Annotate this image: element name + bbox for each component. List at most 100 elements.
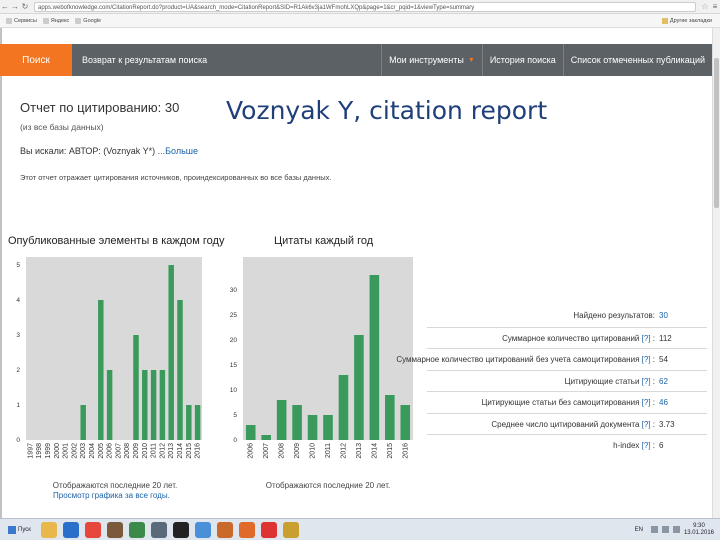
x-tick-label: 2005 (98, 443, 105, 459)
x-tick-label: 2009 (133, 443, 140, 459)
excel-icon[interactable] (128, 521, 145, 538)
clock-time: 9:30 (693, 522, 705, 529)
dropdown-caret-icon: ▼ (467, 56, 475, 64)
google-icon (75, 17, 82, 24)
stat-value: 54 (659, 355, 668, 364)
y-tick-label: 25 (230, 312, 238, 319)
stat-row: Цитирующие статьи без самоцитирования [?… (427, 391, 707, 413)
stat-label-text: Суммарное количество цитирований без уче… (396, 355, 640, 364)
help-link[interactable]: [?] (642, 334, 651, 343)
page-scrollbar[interactable] (712, 28, 720, 518)
x-tick-label: 2013 (356, 443, 363, 459)
app-icon[interactable] (106, 521, 123, 538)
back-arrow-icon[interactable]: ← (0, 2, 10, 11)
help-link[interactable]: [?] (642, 355, 651, 364)
network-icon[interactable] (650, 526, 658, 533)
x-tick-label: 2000 (54, 443, 61, 459)
page: ← → ↻ apps.webofknowledge.com/CitationRe… (0, 0, 720, 540)
x-tick-label: 2007 (263, 443, 270, 459)
published-items-chart-title: Опубликованные элементы в каждом году (8, 235, 225, 247)
y-tick-label: 10 (230, 387, 238, 394)
x-tick-label: 2002 (71, 443, 78, 459)
bookmark-yandex[interactable]: Яндекс (42, 17, 69, 24)
search-query-text: Вы искали: АВТОР: (Voznyak Y*) (20, 146, 156, 156)
reload-icon[interactable]: ↻ (20, 2, 30, 11)
y-tick-label: 5 (233, 412, 237, 419)
flag-icon[interactable] (672, 526, 680, 533)
system-tray: EN 9:30 13.01.2016 (635, 523, 714, 537)
stat-label: Цитирующие статьи [?] : (564, 376, 655, 386)
y-tick-label: 2 (16, 367, 20, 374)
y-tick-label: 0 (233, 437, 237, 444)
folder-icon[interactable] (282, 521, 299, 538)
stat-label: Среднее число цитирований документа [?] … (491, 419, 655, 429)
stat-label-text: h-index (613, 441, 640, 450)
bookmark-star-icon[interactable]: ☆ (700, 2, 710, 11)
clock[interactable]: 9:30 13.01.2016 (684, 523, 714, 537)
explorer-icon[interactable] (40, 521, 57, 538)
pdf-icon[interactable] (260, 521, 277, 538)
stat-value[interactable]: 46 (659, 398, 668, 407)
stat-value: 3.73 (659, 419, 675, 429)
windows-taskbar: Пуск EN 9:30 13.01.2016 (0, 518, 720, 540)
search-history-link[interactable]: История поиска (481, 44, 563, 76)
x-tick-label: 2011 (325, 443, 332, 458)
x-tick-label: 1997 (27, 443, 34, 459)
x-tick-label: 2015 (387, 443, 394, 459)
forward-arrow-icon[interactable]: → (10, 2, 20, 11)
more-link[interactable]: ...Больше (158, 146, 198, 156)
language-indicator[interactable]: EN (635, 527, 643, 533)
start-button[interactable]: Пуск (4, 522, 35, 538)
bookmark-google[interactable]: Google (75, 17, 101, 24)
powerpoint-icon[interactable] (238, 521, 255, 538)
help-link[interactable]: [?] (642, 377, 651, 386)
help-link[interactable]: [?] (642, 441, 651, 450)
x-tick-label: 2008 (279, 443, 286, 459)
citations-chart-caption: Отображаются последние 20 лет. (265, 481, 391, 490)
stat-row: Суммарное количество цитирований без уче… (396, 348, 707, 370)
skype-icon[interactable] (194, 521, 211, 538)
url-field[interactable]: apps.webofknowledge.com/CitationReport.d… (34, 1, 696, 12)
report-description: Этот отчет отражает цитирования источник… (20, 173, 332, 182)
x-tick-label: 2007 (115, 443, 122, 459)
marked-list-link[interactable]: Список отмеченных публикаций (562, 44, 712, 76)
stat-value[interactable]: 62 (659, 377, 668, 386)
stat-value[interactable]: 30 (659, 311, 668, 320)
x-tick-label: 2001 (63, 443, 70, 459)
bookmarks-bar: Сервисы Яндекс Google Другие закладки (0, 14, 720, 28)
x-tick-label: 2010 (142, 443, 149, 459)
scrollbar-thumb[interactable] (714, 58, 719, 208)
my-tools-menu[interactable]: Мои инструменты ▼ (381, 44, 482, 76)
citations-chart-title: Цитаты каждый год (274, 235, 374, 247)
x-tick-label: 2012 (159, 443, 166, 459)
report-title: Отчет по цитированию: 30 (20, 100, 180, 115)
stat-label: Найдено результатов: (573, 311, 655, 320)
media-icon[interactable] (150, 521, 167, 538)
volume-icon[interactable] (661, 526, 669, 533)
back-to-results-link[interactable]: Возврат к результатам поиска (72, 44, 217, 76)
bookmark-services[interactable]: Сервисы (6, 17, 37, 24)
x-tick-label: 2016 (402, 443, 409, 459)
published-items-chart-area (26, 257, 202, 440)
browser-menu-icon[interactable]: ≡ (710, 2, 720, 11)
chrome-icon[interactable] (84, 521, 101, 538)
help-link[interactable]: [?] (642, 420, 651, 429)
paint-icon[interactable] (216, 521, 233, 538)
search-tab[interactable]: Поиск (0, 44, 72, 76)
y-tick-label: 5 (16, 262, 20, 269)
published-chart-caption: Отображаются последние 20 лет. (52, 481, 178, 490)
stat-value: 112 (659, 333, 672, 343)
y-tick-label: 20 (230, 337, 238, 344)
other-bookmarks[interactable]: Другие закладки (661, 17, 712, 24)
clock-date: 13.01.2016 (683, 529, 714, 536)
word-icon[interactable] (62, 521, 79, 538)
console-icon[interactable] (172, 521, 189, 538)
left-edge (0, 28, 2, 518)
x-tick-label: 1998 (36, 443, 43, 459)
stat-label-text: Цитирующие статьи без самоцитирования (481, 398, 640, 407)
help-link[interactable]: [?] (642, 398, 651, 407)
stat-row: h-index [?] : 6 (427, 434, 707, 456)
view-all-years-link[interactable]: Просмотр графика за все годы. (53, 491, 170, 500)
x-tick-label: 2012 (340, 443, 347, 459)
